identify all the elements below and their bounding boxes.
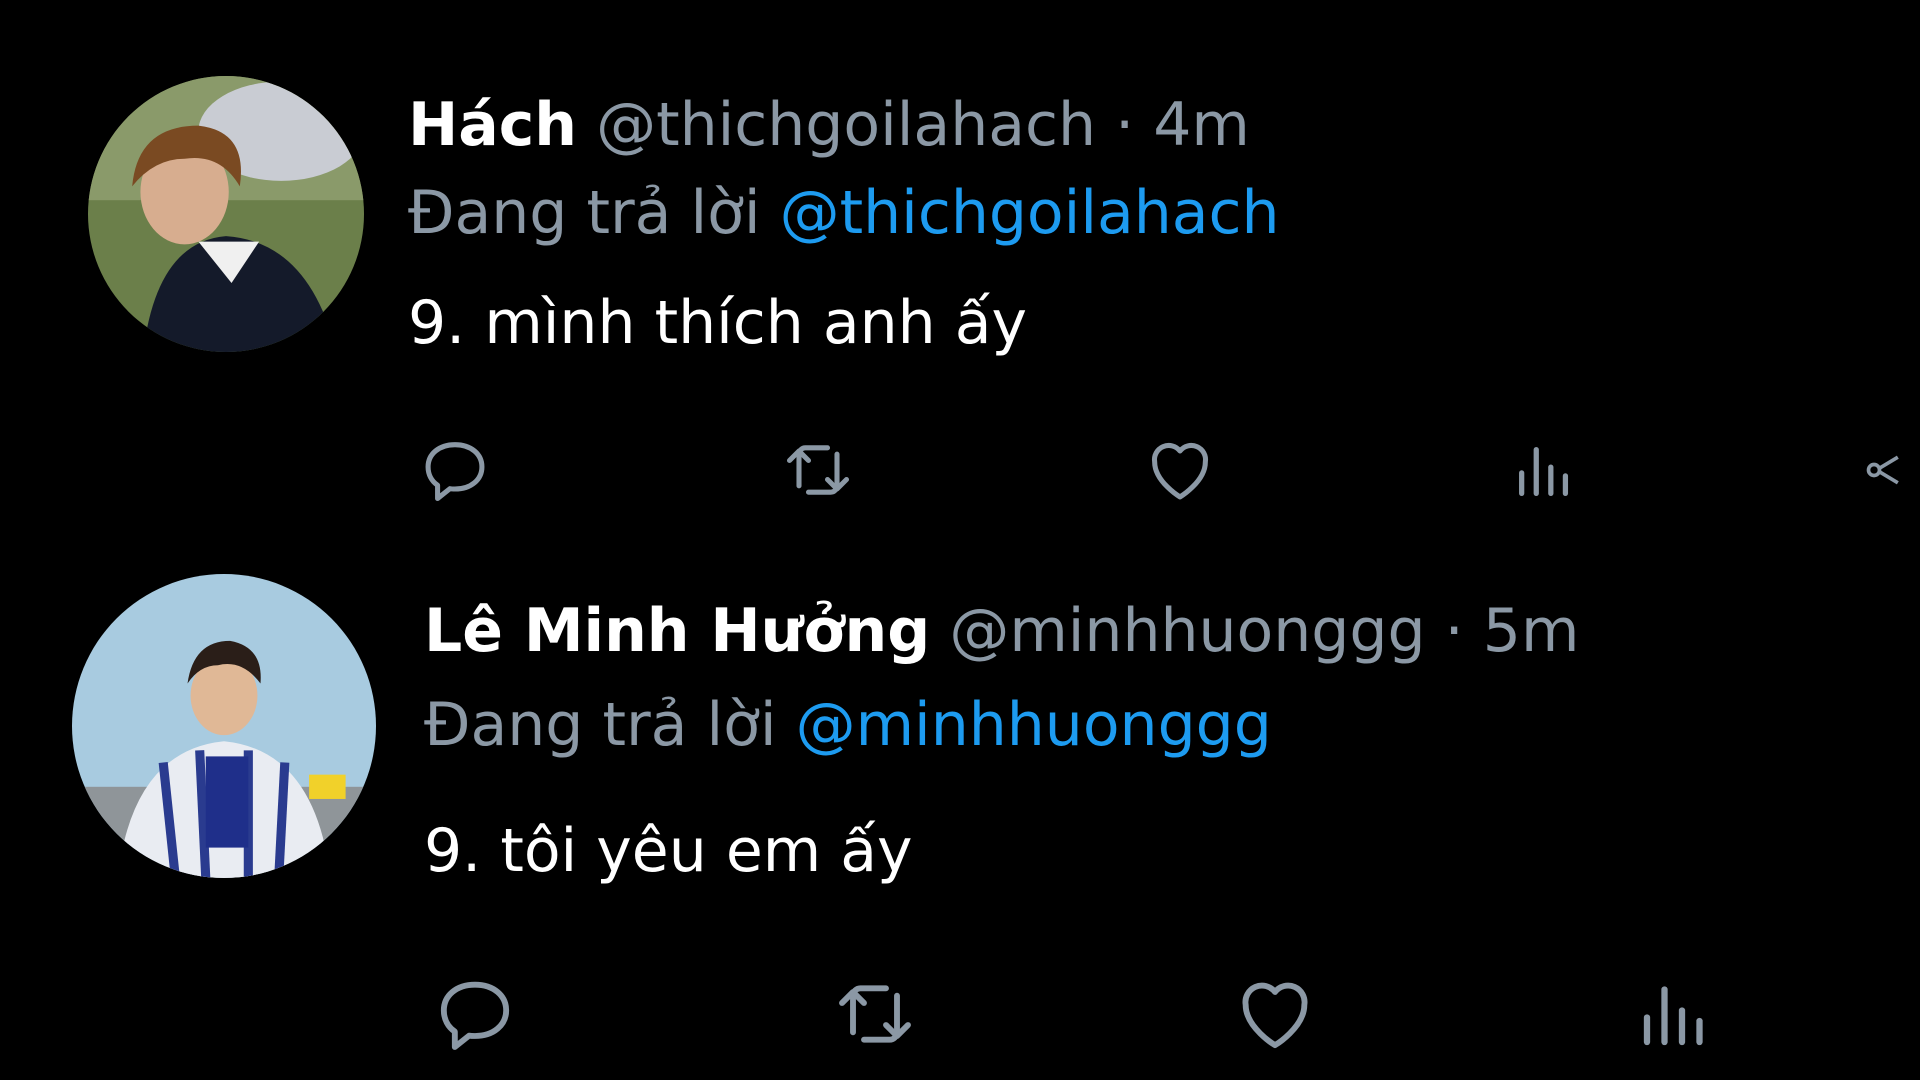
- reply-button[interactable]: [410, 430, 500, 510]
- separator: ·: [1115, 90, 1135, 160]
- tweet-actions: [0, 964, 1920, 1064]
- reply-mention-link[interactable]: @minhhuonggg: [796, 690, 1272, 760]
- retweet-button[interactable]: [820, 964, 930, 1064]
- tweet[interactable]: Lê Minh Hưởng @minhhuonggg · 5m Đang trả…: [0, 520, 1920, 1080]
- retweet-icon: [839, 985, 911, 1043]
- separator: ·: [1444, 596, 1464, 666]
- avatar-image: [88, 76, 364, 352]
- tweet-header: Lê Minh Hưởng @minhhuonggg · 5m: [424, 596, 1579, 666]
- share-button[interactable]: [1860, 430, 1910, 510]
- like-button[interactable]: [1135, 430, 1225, 510]
- tweet-actions: [0, 430, 1920, 510]
- tweet-text: 9. mình thích anh ấy: [408, 288, 1028, 358]
- reply-prefix: Đang trả lời: [408, 178, 761, 248]
- analytics-icon: [1519, 446, 1569, 496]
- reply-context: Đang trả lời @thichgoilahach: [408, 178, 1280, 248]
- user-handle[interactable]: @minhhuonggg: [949, 596, 1425, 666]
- share-icon: [1866, 455, 1899, 485]
- tweet[interactable]: Hách @thichgoilahach · 4m Đang trả lời @…: [0, 0, 1920, 520]
- like-icon: [1151, 442, 1209, 500]
- retweet-button[interactable]: [768, 430, 868, 510]
- reply-mention-link[interactable]: @thichgoilahach: [780, 178, 1280, 248]
- like-icon: [1242, 982, 1308, 1049]
- reply-icon: [440, 981, 510, 1050]
- reply-prefix: Đang trả lời: [424, 690, 777, 760]
- tweet-text: 9. tôi yêu em ấy: [424, 816, 913, 886]
- user-handle[interactable]: @thichgoilahach: [596, 90, 1096, 160]
- reply-button[interactable]: [425, 964, 525, 1064]
- analytics-icon: [1643, 986, 1703, 1046]
- display-name[interactable]: Lê Minh Hưởng: [424, 596, 930, 666]
- retweet-icon: [786, 445, 850, 495]
- reply-icon: [425, 442, 485, 502]
- avatar[interactable]: [72, 574, 376, 878]
- reply-context: Đang trả lời @minhhuonggg: [424, 690, 1272, 760]
- display-name[interactable]: Hách: [408, 90, 577, 160]
- like-button[interactable]: [1225, 964, 1325, 1064]
- analytics-button[interactable]: [1625, 964, 1725, 1064]
- timestamp[interactable]: 4m: [1153, 90, 1250, 160]
- avatar-image: [72, 574, 376, 878]
- avatar[interactable]: [88, 76, 364, 352]
- tweet-header: Hách @thichgoilahach · 4m: [408, 90, 1250, 160]
- analytics-button[interactable]: [1500, 430, 1590, 510]
- timestamp[interactable]: 5m: [1483, 596, 1580, 666]
